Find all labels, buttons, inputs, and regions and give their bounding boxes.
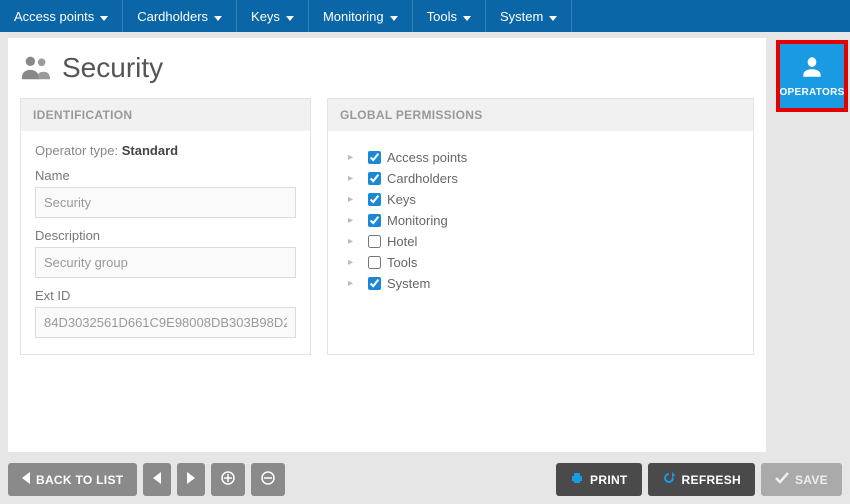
check-icon: [775, 472, 789, 487]
page-title-row: Security: [8, 38, 766, 98]
identification-header: IDENTIFICATION: [21, 99, 310, 131]
expand-icon[interactable]: ▸: [348, 173, 358, 184]
extid-label: Ext ID: [35, 288, 296, 303]
chevron-down-icon: [463, 9, 471, 24]
permission-label: Monitoring: [387, 213, 448, 228]
page-title: Security: [62, 52, 163, 84]
permission-label: Tools: [387, 255, 417, 270]
back-to-list-button[interactable]: BACK TO LIST: [8, 463, 137, 496]
name-label: Name: [35, 168, 296, 183]
operator-type-label: Operator type:: [35, 143, 118, 158]
refresh-label: REFRESH: [682, 473, 741, 487]
identification-panel: IDENTIFICATION Operator type: Standard N…: [20, 98, 311, 355]
permission-item: ▸ System: [348, 273, 739, 294]
permissions-header: GLOBAL PERMISSIONS: [328, 99, 753, 131]
chevron-right-icon: [187, 472, 195, 487]
prev-button[interactable]: [143, 463, 171, 496]
permission-checkbox[interactable]: [368, 193, 381, 206]
permission-item: ▸ Tools: [348, 252, 739, 273]
chevron-down-icon: [100, 9, 108, 24]
permission-item: ▸ Access points: [348, 147, 739, 168]
permission-checkbox[interactable]: [368, 214, 381, 227]
top-nav: Access points Cardholders Keys Monitorin…: [0, 0, 850, 32]
nav-label: Keys: [251, 9, 280, 24]
chevron-down-icon: [286, 9, 294, 24]
chevron-left-icon: [22, 472, 30, 487]
nav-label: Cardholders: [137, 9, 208, 24]
permission-checkbox[interactable]: [368, 172, 381, 185]
permission-checkbox[interactable]: [368, 235, 381, 248]
expand-icon[interactable]: ▸: [348, 236, 358, 247]
next-button[interactable]: [177, 463, 205, 496]
permission-label: Access points: [387, 150, 467, 165]
operators-label: OPERATORS: [779, 87, 844, 98]
permission-item: ▸ Monitoring: [348, 210, 739, 231]
permission-checkbox[interactable]: [368, 256, 381, 269]
plus-icon: [221, 471, 235, 488]
nav-monitoring[interactable]: Monitoring: [309, 0, 413, 32]
expand-icon[interactable]: ▸: [348, 257, 358, 268]
permission-checkbox[interactable]: [368, 277, 381, 290]
content-area: Security IDENTIFICATION Operator type: S…: [8, 38, 766, 452]
expand-icon[interactable]: ▸: [348, 152, 358, 163]
expand-icon[interactable]: ▸: [348, 194, 358, 205]
nav-access-points[interactable]: Access points: [0, 0, 123, 32]
expand-icon[interactable]: ▸: [348, 215, 358, 226]
nav-label: Tools: [427, 9, 457, 24]
permission-item: ▸ Cardholders: [348, 168, 739, 189]
nav-label: Access points: [14, 9, 94, 24]
description-input[interactable]: [35, 247, 296, 278]
permission-checkbox[interactable]: [368, 151, 381, 164]
nav-system[interactable]: System: [486, 0, 572, 32]
permission-label: System: [387, 276, 430, 291]
add-button[interactable]: [211, 463, 245, 496]
chevron-down-icon: [214, 9, 222, 24]
extid-input[interactable]: [35, 307, 296, 338]
refresh-icon: [662, 471, 676, 488]
back-label: BACK TO LIST: [36, 473, 123, 487]
people-icon: [20, 54, 62, 83]
permissions-list: ▸ Access points ▸ Cardholders ▸ Keys ▸ Monitori…: [342, 143, 739, 294]
expand-icon[interactable]: ▸: [348, 278, 358, 289]
bottom-toolbar: BACK TO LIST PRINT REFRESH SAVE: [8, 463, 842, 496]
name-input[interactable]: [35, 187, 296, 218]
print-button[interactable]: PRINT: [556, 463, 642, 496]
save-label: SAVE: [795, 473, 828, 487]
nav-cardholders[interactable]: Cardholders: [123, 0, 237, 32]
save-button[interactable]: SAVE: [761, 463, 842, 496]
permissions-panel: GLOBAL PERMISSIONS ▸ Access points ▸ Cardho…: [327, 98, 754, 355]
nav-tools[interactable]: Tools: [413, 0, 486, 32]
operator-type-value: Standard: [122, 143, 178, 158]
operators-side-button[interactable]: OPERATORS: [776, 40, 848, 112]
description-label: Description: [35, 228, 296, 243]
permission-label: Cardholders: [387, 171, 458, 186]
nav-label: System: [500, 9, 543, 24]
permission-label: Hotel: [387, 234, 417, 249]
remove-button[interactable]: [251, 463, 285, 496]
chevron-down-icon: [390, 9, 398, 24]
chevron-left-icon: [153, 472, 161, 487]
nav-label: Monitoring: [323, 9, 384, 24]
printer-icon: [570, 471, 584, 488]
operator-type-row: Operator type: Standard: [35, 143, 296, 158]
permission-item: ▸ Hotel: [348, 231, 739, 252]
refresh-button[interactable]: REFRESH: [648, 463, 755, 496]
permission-label: Keys: [387, 192, 416, 207]
minus-icon: [261, 471, 275, 488]
permission-item: ▸ Keys: [348, 189, 739, 210]
print-label: PRINT: [590, 473, 628, 487]
nav-keys[interactable]: Keys: [237, 0, 309, 32]
chevron-down-icon: [549, 9, 557, 24]
person-icon: [799, 54, 825, 83]
